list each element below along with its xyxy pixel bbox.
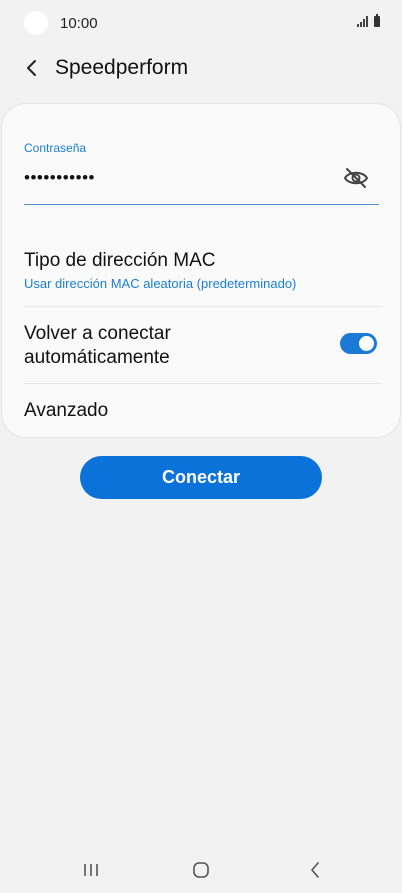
home-icon [193, 862, 209, 878]
connect-button[interactable]: Conectar [80, 456, 322, 499]
status-bar: 10:00 [0, 0, 402, 48]
mac-type-setting[interactable]: Tipo de dirección MAC [24, 250, 382, 272]
battery-icon [374, 14, 380, 27]
status-icons [357, 14, 380, 27]
toggle-knob [359, 336, 374, 351]
password-label: Contraseña [24, 141, 87, 155]
divider [24, 306, 382, 307]
back-arrow-icon [27, 60, 36, 76]
advanced-setting[interactable]: Avanzado [24, 400, 382, 422]
navigation-bar [0, 845, 402, 893]
show-password-toggle[interactable] [342, 166, 370, 190]
page-title: Speedperform [55, 56, 189, 79]
back-button[interactable] [18, 54, 46, 82]
front-camera [24, 11, 48, 35]
password-underline [24, 204, 379, 205]
status-time: 10:00 [60, 15, 98, 32]
nav-back-icon [311, 862, 319, 878]
recent-apps-icon [84, 864, 98, 876]
nav-back-button[interactable] [304, 859, 326, 881]
divider [24, 383, 382, 384]
auto-reconnect-toggle[interactable] [340, 333, 377, 354]
signal-icon [357, 15, 368, 27]
settings-card: Contraseña ••••••••••• Tipo de dirección… [2, 104, 400, 437]
app-bar: Speedperform [0, 48, 402, 88]
home-button[interactable] [190, 859, 212, 881]
password-field[interactable]: ••••••••••• [24, 168, 95, 188]
eye-off-icon [343, 168, 369, 188]
mac-type-value: Usar dirección MAC aleatoria (predetermi… [24, 276, 297, 291]
auto-reconnect-label: Volver a conectar automáticamente [24, 323, 171, 368]
recent-apps-button[interactable] [80, 859, 102, 881]
